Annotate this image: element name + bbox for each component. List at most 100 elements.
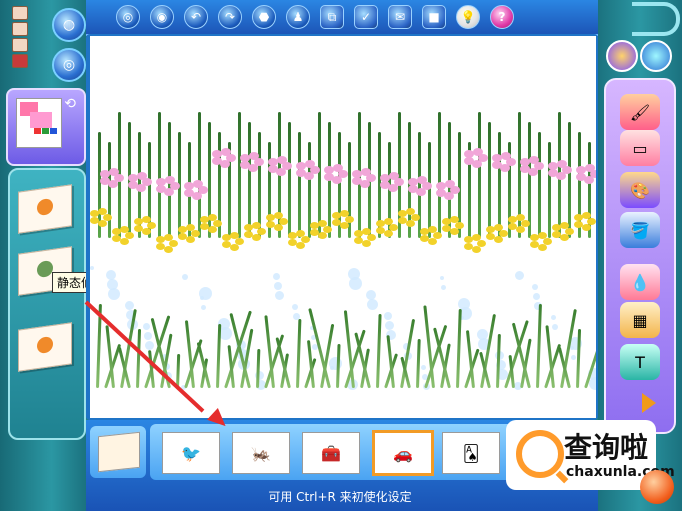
yellow-flower: [244, 222, 266, 241]
redo-icon[interactable]: ↷: [218, 5, 242, 29]
color-panel[interactable]: ⟲: [6, 88, 86, 166]
pink-flower: [435, 180, 464, 200]
flower-stem: [288, 122, 291, 238]
petal: [528, 156, 539, 165]
pink-flower: [575, 164, 596, 184]
grass-blade: [536, 303, 542, 389]
bubble: [329, 357, 342, 370]
next-arrow-button[interactable]: [638, 390, 660, 416]
bubble: [108, 288, 120, 300]
grasshopper-thumb[interactable]: 🦗: [232, 432, 290, 474]
flower-stem: [568, 122, 571, 238]
yellow-flower: [354, 228, 376, 247]
globe2-icon[interactable]: ◉: [150, 5, 174, 29]
yellow-flower: [486, 224, 508, 243]
eraser-tool[interactable]: ▭: [620, 130, 660, 166]
petal: [538, 243, 548, 251]
petal: [360, 179, 371, 188]
mail-icon[interactable]: ✉: [388, 5, 412, 29]
stamp-card-bird[interactable]: [18, 322, 72, 372]
cards-thumb[interactable]: 🂡: [442, 432, 500, 474]
yellow-flower: [310, 220, 332, 239]
color-swatch-green[interactable]: [42, 128, 49, 134]
arrow-right-icon: [642, 393, 656, 413]
paintbrush-tool[interactable]: 🖌: [620, 94, 660, 130]
petal: [340, 221, 350, 229]
pink-flower: [463, 148, 492, 168]
t-shape-tool[interactable]: T: [620, 344, 660, 380]
dropper-tool[interactable]: 💧: [620, 264, 660, 300]
mini-paint-icon[interactable]: [12, 54, 28, 68]
mini-card-icon[interactable]: [12, 38, 28, 52]
person-icon[interactable]: ♟: [286, 5, 310, 29]
exit-button[interactable]: [640, 470, 674, 504]
spray-tool[interactable]: 🎨: [620, 172, 660, 208]
mini-card-icon[interactable]: [12, 6, 28, 20]
magnet-icon[interactable]: [632, 2, 680, 36]
petal: [220, 159, 231, 168]
grass-blade: [416, 338, 421, 389]
color-swatch-red[interactable]: [34, 128, 41, 134]
sun-icon: [37, 197, 53, 217]
petal: [192, 180, 203, 189]
petal: [230, 243, 240, 251]
petal: [494, 235, 504, 243]
petal: [164, 187, 175, 196]
paint-bucket-tool[interactable]: 🪣: [620, 212, 660, 248]
stamp-preview[interactable]: [90, 426, 146, 478]
petal: [360, 168, 371, 177]
petal: [416, 176, 427, 185]
color-swatch[interactable]: [30, 112, 52, 128]
bubble: [199, 287, 212, 300]
mini-card-icon[interactable]: [12, 22, 28, 36]
help-icon[interactable]: ?: [490, 5, 514, 29]
yellow-flower: [398, 208, 420, 227]
petal: [500, 152, 511, 161]
bubble: [477, 329, 488, 340]
pink-flower: [323, 164, 352, 184]
sparkle-mode-button[interactable]: [640, 40, 672, 72]
car-thumb[interactable]: 🚗: [372, 430, 434, 476]
bubble: [366, 290, 376, 300]
petal: [332, 175, 343, 184]
check-icon[interactable]: ✓: [354, 5, 378, 29]
drawing-canvas[interactable]: [90, 36, 596, 418]
tools-thumb[interactable]: 🧰: [302, 432, 360, 474]
shape-icon[interactable]: ⬣: [252, 5, 276, 29]
bubble: [273, 273, 280, 280]
stamp-card-sun[interactable]: [18, 184, 72, 234]
undo-icon[interactable]: ↶: [184, 5, 208, 29]
petal: [560, 233, 570, 241]
record-button[interactable]: ◍: [52, 8, 86, 42]
swap-icon[interactable]: ⟲: [64, 96, 76, 112]
mode-buttons: [602, 36, 678, 76]
grass-blade: [376, 313, 382, 389]
bubble: [348, 268, 360, 280]
camera-button[interactable]: ◎: [52, 48, 86, 82]
pink-flower: [491, 152, 520, 172]
pink-flower: [183, 180, 212, 200]
copy-icon[interactable]: ⧉: [320, 5, 344, 29]
petal: [276, 167, 287, 176]
bulb-icon[interactable]: 💡: [456, 5, 480, 29]
stop-icon[interactable]: ■: [422, 5, 446, 29]
petal: [384, 229, 394, 237]
pink-flower: [379, 172, 408, 192]
globe-icon[interactable]: ◎: [116, 5, 140, 29]
watermark-brand: 查询啦: [564, 431, 649, 464]
petal: [388, 172, 399, 181]
yellow-flower: [90, 208, 112, 227]
petal: [528, 167, 539, 176]
flower-stem: [298, 132, 301, 238]
star-mode-button[interactable]: [606, 40, 638, 72]
pink-flower: [211, 148, 240, 168]
yellow-flower: [266, 212, 288, 231]
color-swatch-blue[interactable]: [50, 128, 57, 134]
bubble: [384, 312, 392, 320]
bubble: [552, 324, 558, 330]
bird-thumb[interactable]: 🐦: [162, 432, 220, 474]
stamp-tool[interactable]: ▦: [620, 302, 660, 338]
bubble: [533, 293, 540, 300]
grass-blade: [456, 308, 462, 389]
flower-stem: [158, 112, 161, 238]
